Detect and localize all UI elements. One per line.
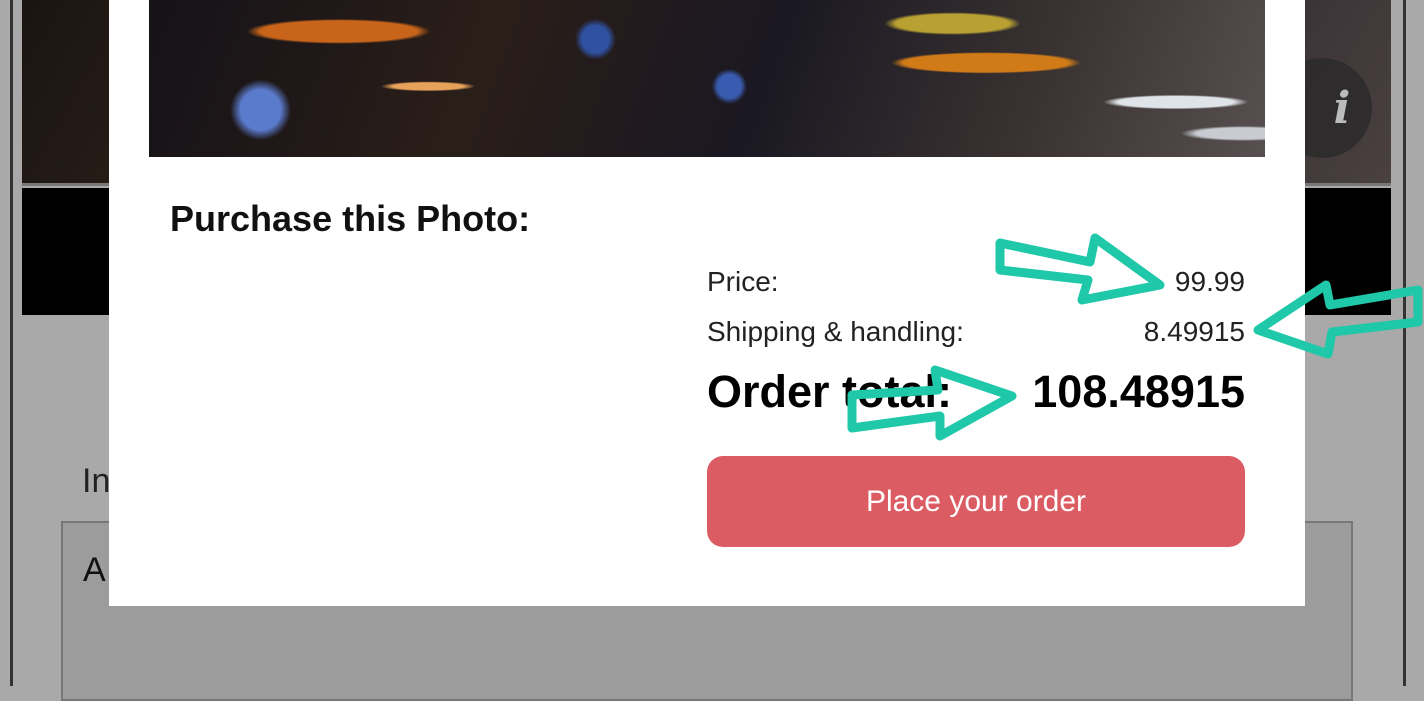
shipping-label: Shipping & handling: (707, 316, 964, 347)
place-order-button[interactable]: Place your order (707, 456, 1245, 547)
order-total-label: Order total: (707, 366, 953, 417)
price-label: Price: (707, 266, 779, 297)
order-summary: Price: 99.99 Shipping & handling: 8.4991… (707, 262, 1245, 438)
price-value: 99.99 (1174, 266, 1245, 297)
purchase-modal: Purchase this Photo: Price: 99.99 Shippi… (109, 0, 1305, 606)
background-field-label: In (82, 462, 111, 500)
shipping-row: Shipping & handling: 8.49915 (707, 312, 1245, 362)
order-total-row: Order total: 108.48915 (707, 366, 1245, 438)
price-row: Price: 99.99 (707, 262, 1245, 312)
shipping-value: 8.49915 (1143, 316, 1245, 347)
background-textarea-text: A (83, 551, 106, 589)
purchase-title: Purchase this Photo: (170, 198, 531, 239)
photo-preview (149, 0, 1265, 157)
order-total-value: 108.48915 (1032, 366, 1245, 417)
